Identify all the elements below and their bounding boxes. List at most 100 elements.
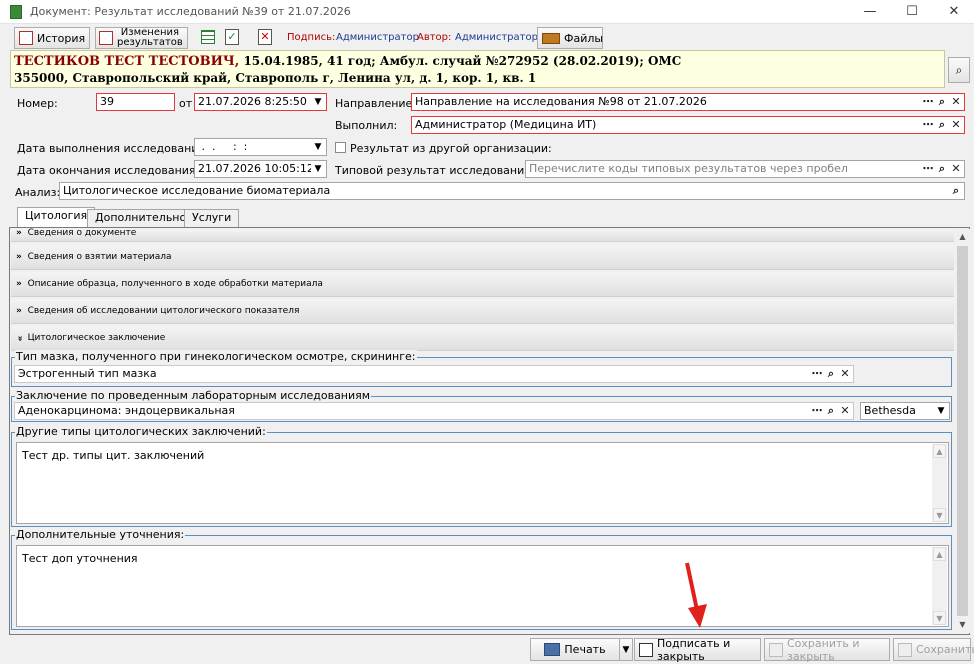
chevron-down-icon: ▼ xyxy=(622,644,630,655)
tab-services[interactable]: Услуги xyxy=(184,209,240,227)
scroll-up-icon[interactable]: ▲ xyxy=(956,230,969,244)
typical-placeholder: Перечислите коды типовых результатов чер… xyxy=(529,162,848,175)
classification-select[interactable]: Bethesda ▼ xyxy=(860,402,950,420)
patient-search-button[interactable]: ⌕ xyxy=(948,57,970,83)
minimize-button[interactable]: — xyxy=(850,2,890,22)
maximize-button[interactable]: ☐ xyxy=(892,2,932,22)
changes-icon xyxy=(99,31,113,45)
search-icon[interactable]: ⌕ xyxy=(825,367,837,381)
scroll-down-icon[interactable]: ▼ xyxy=(933,611,946,625)
end-date-value: 21.07.2026 10:05:12 xyxy=(198,162,314,175)
cancel-document-icon[interactable]: ✕ xyxy=(258,29,272,45)
printer-icon xyxy=(544,643,561,656)
collapse-icon: » xyxy=(14,335,25,342)
other-types-textarea[interactable]: Тест др. типы цит. заключений ▲ ▼ xyxy=(16,442,949,524)
section-material-collection[interactable]: » Сведения о взятии материала xyxy=(11,245,954,270)
scroll-down-icon[interactable]: ▼ xyxy=(956,618,969,632)
history-button[interactable]: История xyxy=(14,27,90,49)
check-document-icon[interactable]: ✓ xyxy=(225,29,239,45)
section-study-info[interactable]: » Сведения об исследовании цитологическо… xyxy=(11,299,954,324)
conclusion-value: Аденокарцинома: эндоцервикальная xyxy=(18,404,235,417)
section-sample-description[interactable]: » Описание образца, полученного в ходе о… xyxy=(11,272,954,297)
direction-value: Направление на исследования №98 от 21.07… xyxy=(415,95,707,108)
search-icon[interactable]: ⌕ xyxy=(936,118,948,132)
close-window-button[interactable]: ✕ xyxy=(934,2,974,22)
tab-cytology-label: Цитология xyxy=(25,209,88,222)
section-label: Цитологическое заключение xyxy=(27,333,166,343)
expand-icon: » xyxy=(16,306,22,316)
search-icon[interactable]: ⌕ xyxy=(950,184,962,198)
search-icon[interactable]: ⌕ xyxy=(825,404,837,418)
conclusion-input[interactable]: Аденокарцинома: эндоцервикальная ⋯ ⌕ ✕ xyxy=(14,402,854,420)
save-button[interactable]: Сохранить xyxy=(893,638,974,661)
save-and-close-button[interactable]: Сохранить и закрыть xyxy=(764,636,890,663)
textarea-scrollbar[interactable]: ▲ ▼ xyxy=(932,444,947,522)
save-label: Сохранить xyxy=(916,643,974,656)
signature-value[interactable]: Администратор xyxy=(336,32,419,43)
scroll-down-icon[interactable]: ▼ xyxy=(933,508,946,522)
classification-value: Bethesda xyxy=(864,404,916,417)
ellipsis-icon[interactable]: ⋯ xyxy=(811,367,823,381)
section-label: Сведения о документе xyxy=(27,228,137,238)
print-button[interactable]: Печать xyxy=(530,638,620,661)
other-types-label: Другие типы цитологических заключений: xyxy=(15,425,267,438)
panel-scrollbar[interactable]: ▲ ▼ xyxy=(955,229,970,633)
number-input[interactable]: 39 xyxy=(96,93,175,111)
clear-icon[interactable]: ✕ xyxy=(839,404,851,418)
patient-banner: ТЕСТИКОВ ТЕСТ ТЕСТОВИЧ, 15.04.1985, 41 г… xyxy=(10,50,945,88)
clear-icon[interactable]: ✕ xyxy=(950,95,962,109)
performed-input[interactable]: Администратор (Медицина ИТ) ⋯ ⌕ ✕ xyxy=(411,116,965,134)
end-date-input[interactable]: 21.07.2026 10:05:12 ▼ xyxy=(194,160,327,178)
typical-input[interactable]: Перечислите коды типовых результатов чер… xyxy=(525,160,965,178)
section-document-info[interactable]: » Сведения о документе xyxy=(11,229,954,242)
number-label: Номер: xyxy=(17,97,58,110)
scrollbar-thumb[interactable] xyxy=(957,246,968,616)
scroll-up-icon[interactable]: ▲ xyxy=(933,547,946,561)
history-label: История xyxy=(37,31,86,45)
analysis-input[interactable]: Цитологическое исследование биоматериала… xyxy=(59,182,965,200)
chevron-down-icon[interactable]: ▼ xyxy=(311,161,325,177)
date-value: 21.07.2026 8:25:50 xyxy=(198,95,307,108)
section-cytology-conclusion[interactable]: » Цитологическое заключение xyxy=(11,326,954,351)
author-value[interactable]: Администратор xyxy=(455,32,538,43)
changes-button[interactable]: Изменения результатов xyxy=(95,27,188,49)
files-button[interactable]: Файлы xyxy=(537,27,603,49)
chevron-down-icon[interactable]: ▼ xyxy=(311,94,325,110)
search-icon[interactable]: ⌕ xyxy=(936,95,948,109)
table-icon[interactable] xyxy=(201,30,215,44)
smear-type-value: Эстрогенный тип мазка xyxy=(18,367,157,380)
sign-and-close-button[interactable]: Подписать и закрыть xyxy=(634,637,761,663)
performed-label: Выполнил: xyxy=(335,119,398,132)
ellipsis-icon[interactable]: ⋯ xyxy=(811,404,823,418)
exec-date-input[interactable]: . . : : ▼ xyxy=(194,138,327,156)
clear-icon[interactable]: ✕ xyxy=(950,118,962,132)
section-label: Сведения об исследовании цитологического… xyxy=(27,306,300,316)
print-dropdown-button[interactable]: ▼ xyxy=(619,638,633,661)
clear-icon[interactable]: ✕ xyxy=(950,162,962,176)
other-types-value: Тест др. типы цит. заключений xyxy=(22,449,205,462)
clear-icon[interactable]: ✕ xyxy=(839,367,851,381)
scroll-up-icon[interactable]: ▲ xyxy=(933,444,946,458)
tab-additional[interactable]: Дополнительно xyxy=(87,209,195,227)
sign-document-icon xyxy=(639,642,653,657)
chevron-down-icon[interactable]: ▼ xyxy=(311,139,325,155)
exec-date-value: . . : : xyxy=(198,140,248,153)
search-icon[interactable]: ⌕ xyxy=(936,162,948,176)
extra-notes-label: Дополнительные уточнения: xyxy=(15,528,186,541)
smear-type-input[interactable]: Эстрогенный тип мазка ⋯ ⌕ ✕ xyxy=(14,365,854,383)
extra-notes-textarea[interactable]: Тест доп уточнения ▲ ▼ xyxy=(16,545,949,627)
ellipsis-icon[interactable]: ⋯ xyxy=(922,118,934,132)
ellipsis-icon[interactable]: ⋯ xyxy=(922,95,934,109)
expand-icon: » xyxy=(16,279,22,289)
app-icon xyxy=(10,5,22,19)
patient-name: ТЕСТИКОВ ТЕСТ ТЕСТОВИЧ, xyxy=(14,54,240,69)
chevron-down-icon[interactable]: ▼ xyxy=(934,403,948,419)
save-and-close-label: Сохранить и закрыть xyxy=(787,636,860,663)
patient-line1: ТЕСТИКОВ ТЕСТ ТЕСТОВИЧ, 15.04.1985, 41 г… xyxy=(14,53,944,70)
textarea-scrollbar[interactable]: ▲ ▼ xyxy=(932,547,947,625)
date-input[interactable]: 21.07.2026 8:25:50 ▼ xyxy=(194,93,327,111)
other-org-checkbox[interactable] xyxy=(335,142,346,153)
ellipsis-icon[interactable]: ⋯ xyxy=(922,162,934,176)
tab-cytology[interactable]: Цитология xyxy=(17,207,96,227)
direction-input[interactable]: Направление на исследования №98 от 21.07… xyxy=(411,93,965,111)
